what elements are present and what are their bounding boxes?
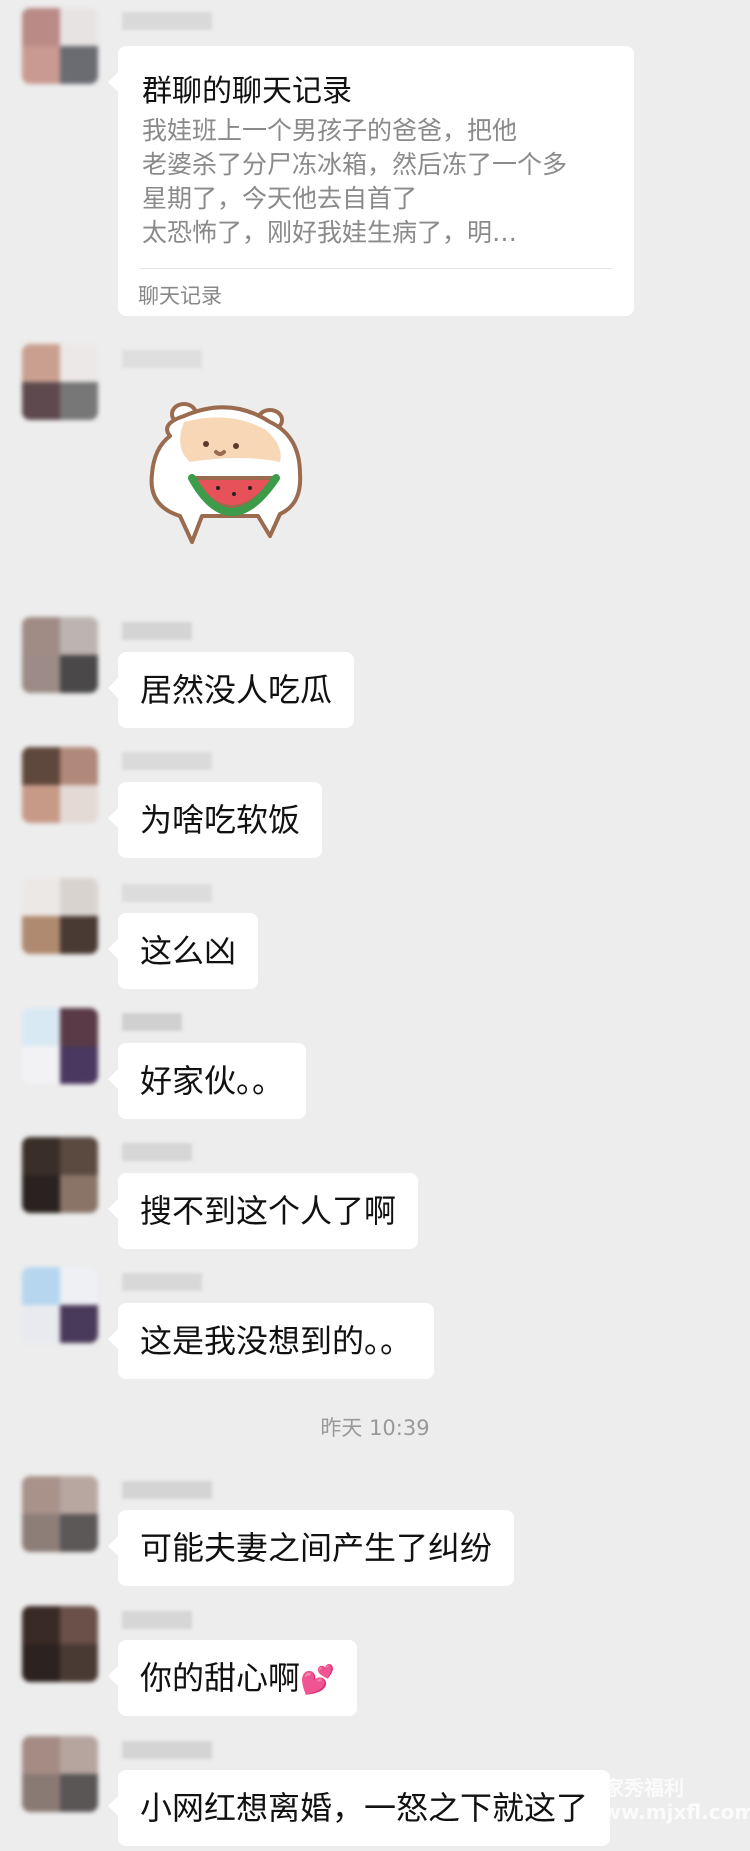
avatar[interactable] xyxy=(22,878,98,954)
card-line: 太恐怖了，刚好我娃生病了，明… xyxy=(142,218,518,247)
sender-name-blurred xyxy=(122,350,202,368)
sender-name-blurred xyxy=(122,1611,192,1629)
sender-name-blurred xyxy=(122,1481,212,1499)
avatar[interactable] xyxy=(22,1008,98,1084)
avatar[interactable] xyxy=(22,1137,98,1213)
card-line: 星期了，今天他去自首了 xyxy=(142,184,418,213)
avatar[interactable] xyxy=(22,344,98,420)
message-bubble[interactable]: 为啥吃软饭 xyxy=(107,782,323,858)
card-preview: 我娃班上一个男孩子的爸爸，把他 老婆杀了分尸冻冰箱，然后冻了一个多 星期了，今天… xyxy=(142,114,622,250)
message-bubble[interactable]: 小网红想离婚，一怒之下就这了 xyxy=(107,1770,611,1846)
card-divider xyxy=(140,268,612,269)
avatar[interactable] xyxy=(22,1736,98,1812)
sender-name-blurred xyxy=(122,12,212,30)
two-hearts-icon: 💕 xyxy=(300,1663,335,1696)
watermark-title: 买家秀福利 xyxy=(584,1776,684,1800)
watermark-url: www.mjxfl.com xyxy=(584,1800,750,1824)
timestamp: 昨天 10:39 xyxy=(320,1416,430,1440)
sender-name-blurred xyxy=(122,622,192,640)
watermark: 买家秀福利 www.mjxfl.com xyxy=(584,1776,750,1824)
card-footer: 聊天记录 xyxy=(138,284,222,308)
message-bubble[interactable]: 居然没人吃瓜 xyxy=(107,652,355,728)
hamster-eating-watermelon-sticker[interactable] xyxy=(140,396,320,556)
sender-name-blurred xyxy=(122,884,212,902)
card-line: 老婆杀了分尸冻冰箱，然后冻了一个多 xyxy=(142,150,568,179)
message-bubble[interactable]: 可能夫妻之间产生了纠纷 xyxy=(107,1510,515,1586)
sender-name-blurred xyxy=(122,1143,192,1161)
card-title: 群聊的聊天记录 xyxy=(142,74,352,109)
message-bubble[interactable]: 这是我没想到的。。 xyxy=(107,1303,435,1379)
sender-name-blurred xyxy=(122,1273,202,1291)
message-bubble[interactable]: 好家伙。。 xyxy=(107,1043,307,1119)
avatar[interactable] xyxy=(22,747,98,823)
sender-name-blurred xyxy=(122,1741,212,1759)
avatar[interactable] xyxy=(22,1267,98,1343)
sender-name-blurred xyxy=(122,752,212,770)
message-bubble[interactable]: 搜不到这个人了啊 xyxy=(107,1173,419,1249)
chat-record-card[interactable]: 群聊的聊天记录 我娃班上一个男孩子的爸爸，把他 老婆杀了分尸冻冰箱，然后冻了一个… xyxy=(108,46,634,316)
message-bubble[interactable]: 你的甜心啊💕 xyxy=(108,1640,357,1716)
message-bubble[interactable]: 这么凶 xyxy=(107,913,259,989)
avatar[interactable] xyxy=(22,8,98,84)
message-text: 你的甜心啊 xyxy=(140,1659,301,1697)
card-line: 我娃班上一个男孩子的爸爸，把他 xyxy=(142,116,518,145)
avatar[interactable] xyxy=(22,617,98,693)
avatar[interactable] xyxy=(22,1606,98,1682)
sender-name-blurred xyxy=(122,1013,182,1031)
avatar[interactable] xyxy=(22,1476,98,1552)
